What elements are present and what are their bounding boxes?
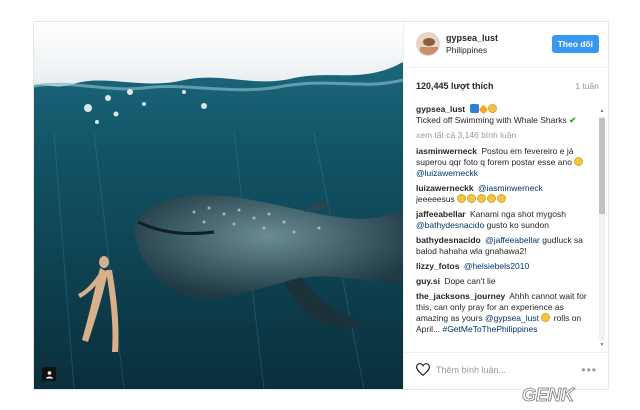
comment-mention[interactable]: @helsiebels2010 <box>464 261 529 271</box>
caption: gypsea_lust Ticked off Swimming with Wha… <box>416 104 595 126</box>
comment-mention[interactable]: @luizawerneckk <box>416 168 478 178</box>
comment-username[interactable]: lizzy_fotos <box>416 261 459 271</box>
comment-mention[interactable]: @gypsea_lust <box>485 313 539 323</box>
caption-username[interactable]: gypsea_lust <box>416 104 465 114</box>
view-all-comments-link[interactable]: xem tất cả 3,146 bình luận <box>416 130 595 140</box>
comment-item: iasminwerneck Postou em fevereiro e já s… <box>416 146 595 179</box>
instagram-post-modal: gypsea_lust Philippines Theo dõi 120,445… <box>33 21 611 390</box>
scroll-up-arrow-icon[interactable]: ▲ <box>599 108 605 114</box>
whale-shark-photo <box>34 22 403 389</box>
genk-watermark: GENK <box>520 382 620 406</box>
comment-username[interactable]: the_jacksons_journey <box>416 291 505 301</box>
username[interactable]: gypsea_lust <box>446 33 498 43</box>
scroll-down-arrow-icon[interactable]: ▼ <box>599 342 605 348</box>
emoji-blue-icon <box>469 104 479 113</box>
emoji-shocked-icon <box>497 194 507 203</box>
comment-item: luizawerneckk @iasminwerneck jeeeeesus <box>416 183 595 205</box>
more-options-icon[interactable]: ••• <box>581 363 597 377</box>
comment-text: jeeeeesus <box>416 194 455 204</box>
comment-item: guy.si Dope can't lie <box>416 276 595 287</box>
comment-mention[interactable]: @iasminwerneck <box>478 183 543 193</box>
comments-list: gypsea_lust Ticked off Swimming with Wha… <box>416 104 595 348</box>
post-side-panel: gypsea_lust Philippines Theo dõi 120,445… <box>403 22 611 389</box>
comment-item: lizzy_fotos @helsiebels2010 <box>416 261 595 272</box>
comment-hashtag[interactable]: #GetMeToThePhilippines <box>442 324 537 334</box>
user-tag-icon[interactable] <box>42 367 56 381</box>
emoji-laughing-icon <box>574 157 584 166</box>
emoji-face-icon <box>487 104 497 113</box>
comment-text: Kanami nga shot mygosh <box>470 209 566 219</box>
emoji-shocked-icon <box>477 194 487 203</box>
comment-item: jaffeeabellar Kanami nga shot mygosh @ba… <box>416 209 595 231</box>
add-comment-input[interactable] <box>436 362 576 378</box>
caption-text: Ticked off Swimming with Whale Sharks <box>416 115 567 125</box>
comment-item: bathydesnacido @jaffeeabellar gudluck sa… <box>416 235 595 257</box>
emoji-sparkle-icon <box>478 104 488 115</box>
post-photo[interactable] <box>34 22 403 389</box>
comment-username[interactable]: bathydesnacido <box>416 235 481 245</box>
scrollbar-thumb[interactable] <box>599 118 605 214</box>
follow-button[interactable]: Theo dõi <box>551 35 599 53</box>
comment-username[interactable]: luizawerneckk <box>416 183 474 193</box>
comment-mention[interactable]: @jaffeeabellar <box>485 235 540 245</box>
comment-item: the_jacksons_journey Ahhh cannot wait fo… <box>416 291 595 335</box>
comment-text: gusto ko sundon <box>486 220 549 230</box>
watermark-text: GENK <box>522 385 576 405</box>
comment-username[interactable]: iasminwerneck <box>416 146 477 156</box>
post-stats: 120,445 lượt thích 1 tuần <box>416 81 599 95</box>
emoji-shocked-icon <box>467 194 477 203</box>
likes-count[interactable]: 120,445 lượt thích <box>416 81 493 91</box>
comment-username[interactable]: jaffeeabellar <box>416 209 466 219</box>
avatar[interactable] <box>416 32 440 56</box>
emoji-shocked-icon <box>457 194 467 203</box>
comment-text: Dope can't lie <box>444 276 496 286</box>
emoji-heart-eyes-icon <box>541 313 551 322</box>
post-header: gypsea_lust Philippines Theo dõi <box>404 22 611 68</box>
location[interactable]: Philippines <box>446 45 487 55</box>
comment-mention[interactable]: @bathydesnacido <box>416 220 484 230</box>
emoji-shocked-icon <box>487 194 497 203</box>
comment-username[interactable]: guy.si <box>416 276 440 286</box>
comments-scrollbar[interactable]: ▲ ▼ <box>599 108 605 348</box>
post-time[interactable]: 1 tuần <box>575 81 599 91</box>
heart-icon[interactable] <box>415 363 431 378</box>
check-mark-icon: ✔ <box>569 115 577 125</box>
